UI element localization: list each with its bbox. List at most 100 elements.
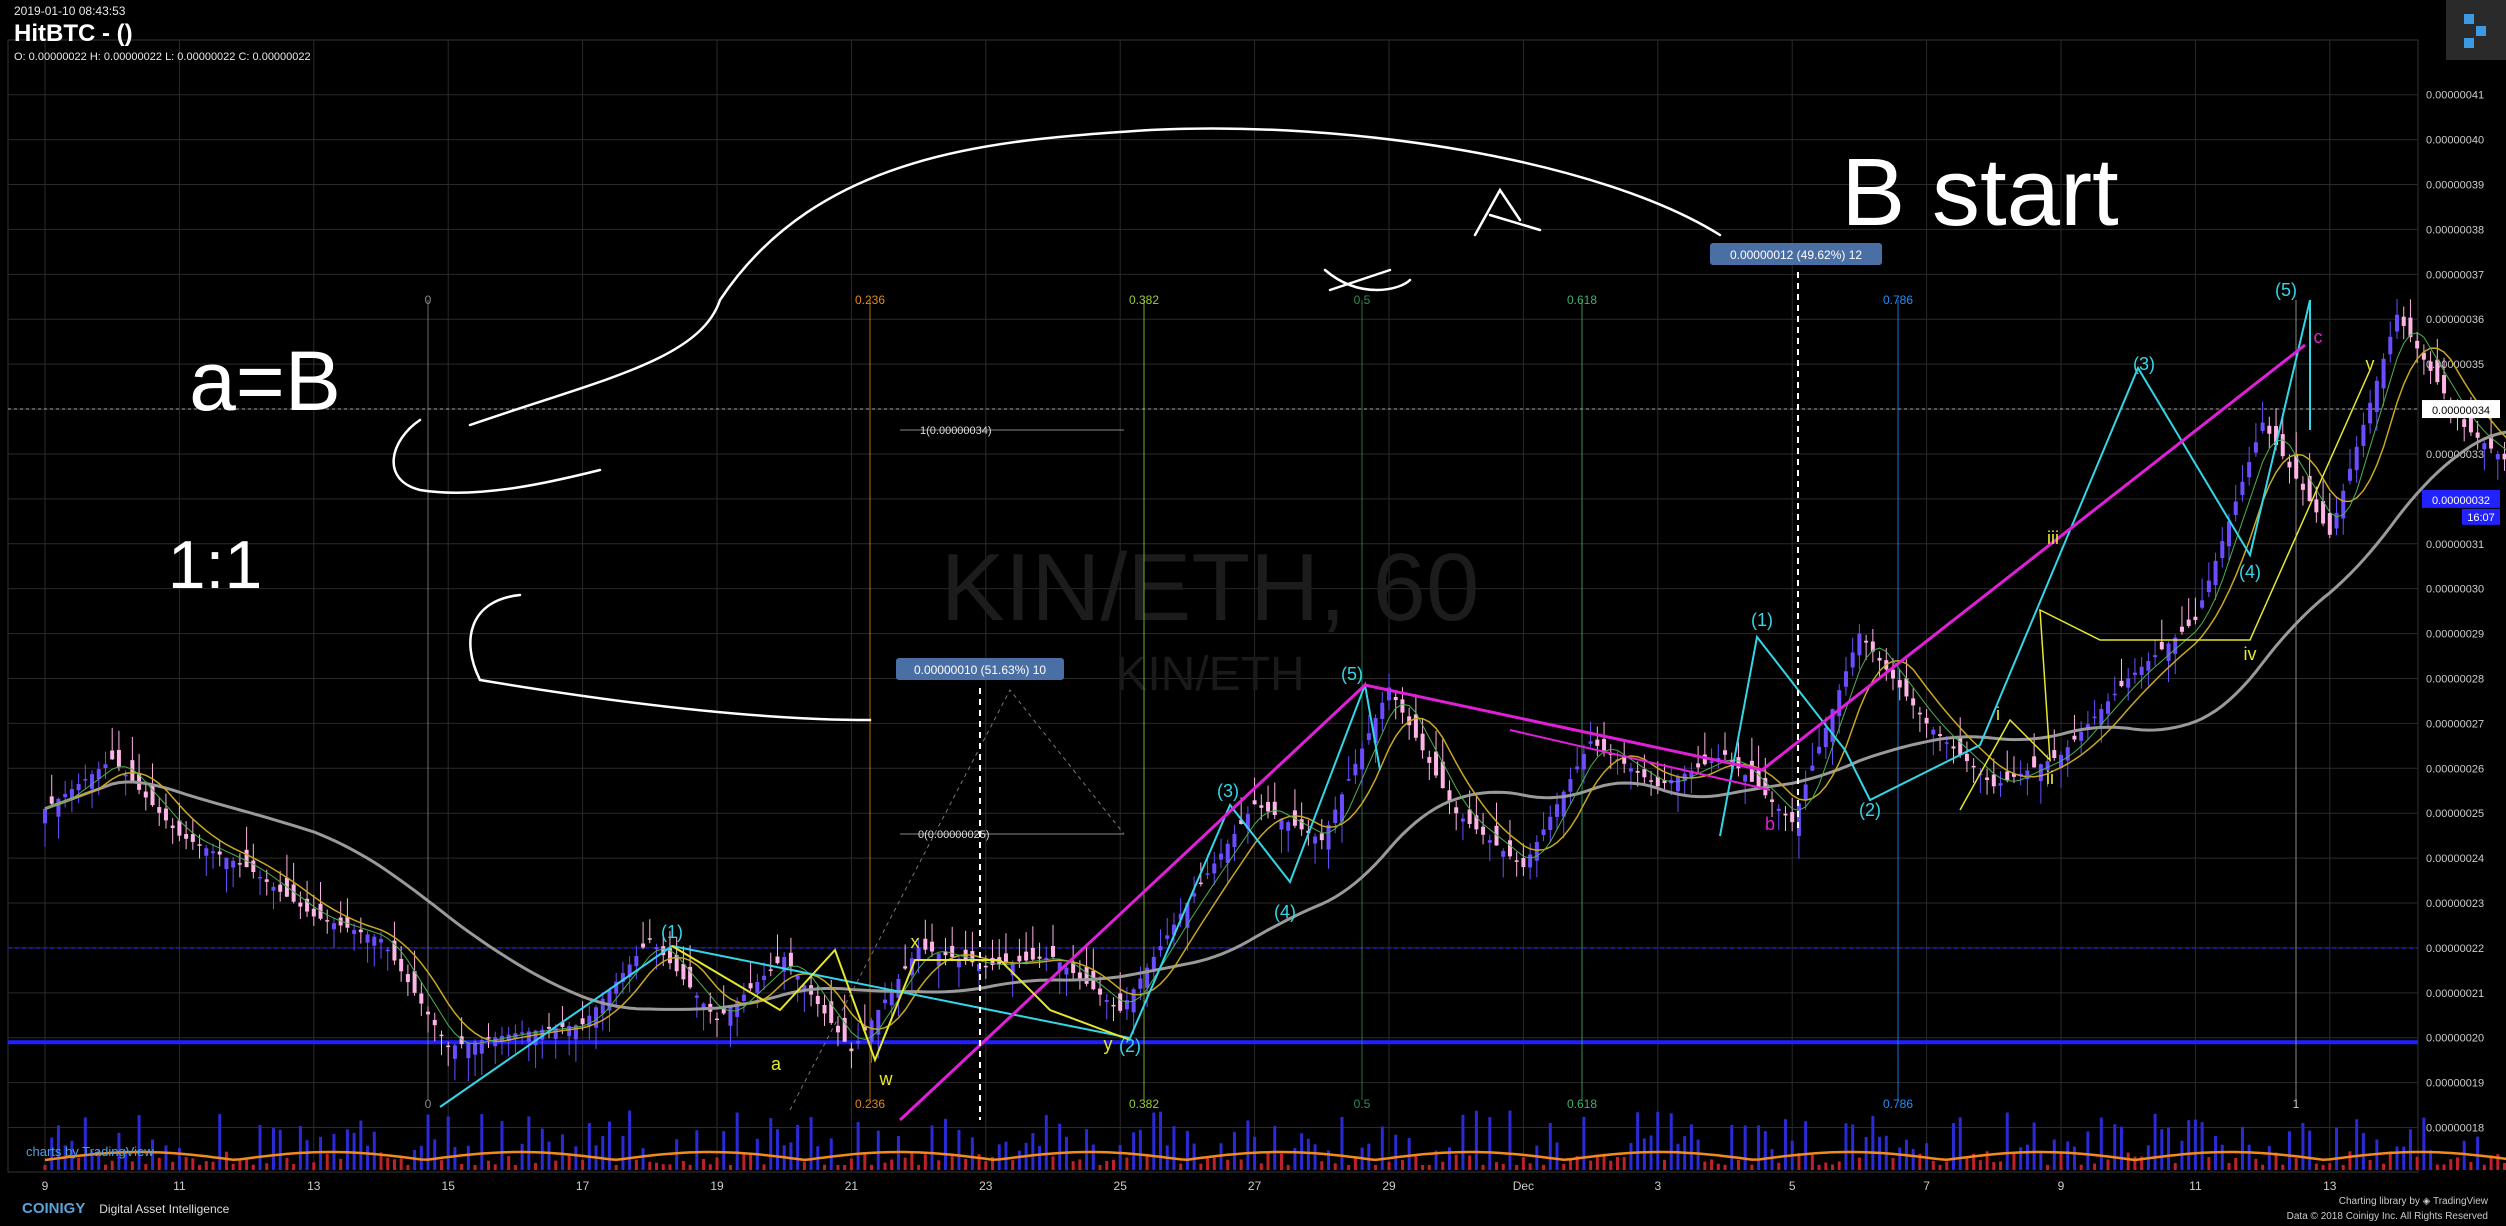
candle-body (587, 1015, 592, 1027)
volume-bar (144, 1164, 148, 1170)
current-price-value: 0.00000032 (2432, 495, 2490, 507)
candle-body (1400, 699, 1405, 713)
candle-body (1944, 742, 1949, 744)
candle-body (1796, 803, 1801, 836)
volume-bar (655, 1162, 659, 1170)
volume-bar (245, 1158, 249, 1170)
y-tick-label: 0.00000026 (2426, 763, 2484, 775)
volume-bar (1098, 1164, 1102, 1170)
candle-body (1756, 768, 1761, 789)
coinigy-corner-icon[interactable] (2446, 0, 2506, 60)
candle-body (204, 848, 209, 856)
candle-body (1111, 1004, 1116, 1007)
volume-bar (1011, 1160, 1015, 1170)
x-tick-label: 7 (1923, 1179, 1930, 1193)
volume-bar (2086, 1131, 2090, 1170)
volume-bar (1501, 1163, 1505, 1170)
volume-bar (2066, 1141, 2070, 1170)
candle-body (1501, 850, 1506, 857)
candle-body (190, 834, 195, 842)
volume-bar (749, 1154, 753, 1170)
volume-bar (1266, 1152, 1270, 1170)
fib-label-top: 0.5 (1354, 293, 1371, 307)
candle-body (1843, 671, 1848, 687)
chart-svg[interactable]: 0.00000041 0.00000040 0.00000039 0.00000038… (0, 0, 2506, 1226)
candle-body (1514, 860, 1519, 862)
candle-body (69, 788, 74, 798)
candle-body (1077, 972, 1082, 979)
volume-bar (1058, 1123, 1062, 1170)
volume-bar (446, 1116, 450, 1170)
candle-body (1037, 956, 1042, 959)
volume-bar (581, 1159, 585, 1170)
candle-body (1675, 776, 1680, 792)
y-tick-label: 0.00000039 (2426, 180, 2484, 192)
handwriting-ratio: 1:1 (168, 527, 263, 603)
volume-bar (399, 1158, 403, 1170)
volume-bar (2455, 1157, 2459, 1170)
volume-bar (534, 1163, 538, 1170)
volume-bar (204, 1161, 208, 1170)
candle-body (1380, 702, 1385, 719)
candle-body (446, 1045, 451, 1048)
candle-body (580, 1018, 585, 1025)
volume-bar (809, 1117, 813, 1170)
candle-body (1232, 833, 1237, 847)
fib-label-bottom: 0 (425, 1097, 432, 1111)
volume-bar (1111, 1159, 1115, 1170)
candle-body (1897, 680, 1902, 688)
candle-body (2321, 501, 2326, 524)
tradingview-credit[interactable]: charts by TradingView (26, 1144, 154, 1159)
volume-bar (1589, 1160, 1593, 1170)
candle-body (1642, 769, 1647, 778)
candle-body (1198, 882, 1203, 885)
volume-bar (675, 1139, 679, 1170)
candle-body (2374, 380, 2379, 412)
candle-body (1776, 808, 1781, 812)
volume-bar (103, 1164, 107, 1170)
candle-body (1151, 956, 1156, 970)
volume-bar (2281, 1164, 2285, 1170)
volume-bar (278, 1129, 282, 1170)
volume-bar (1159, 1111, 1163, 1170)
volume-bar (567, 1155, 571, 1170)
volume-bar (762, 1164, 766, 1170)
volume-bar (2267, 1146, 2271, 1170)
volume-bar (2093, 1163, 2097, 1170)
candle-body (43, 808, 47, 824)
volume-bar (2099, 1117, 2103, 1170)
volume-bar (1192, 1143, 1196, 1170)
volume-bar (863, 1154, 867, 1170)
volume-bar (1515, 1164, 1519, 1170)
volume-bar (903, 1157, 907, 1170)
candle-body (1252, 800, 1257, 805)
candle-body (1259, 805, 1264, 808)
x-tick-label: 13 (2323, 1179, 2337, 1193)
volume-bar (359, 1120, 363, 1170)
volume-bar (1931, 1160, 1935, 1170)
volume-bar (1132, 1132, 1136, 1170)
y-tick-label: 0.00000036 (2426, 314, 2484, 326)
volume-bar (2368, 1159, 2372, 1170)
candle-body (2462, 419, 2467, 428)
y-tick-label: 0.00000027 (2426, 718, 2484, 730)
volume-bar (2032, 1122, 2036, 1170)
volume-bar (1017, 1150, 1021, 1170)
candle-body (244, 849, 249, 868)
volume-bar (1185, 1130, 1189, 1170)
volume-bar (2227, 1162, 2231, 1170)
volume-bar (2355, 1119, 2359, 1170)
wave-label: (3) (2133, 354, 2155, 374)
volume-bar (1542, 1164, 1546, 1170)
volume-bar (1145, 1155, 1149, 1170)
candle-body (1507, 840, 1512, 857)
candle-body (2428, 361, 2433, 371)
marker-price-value: 0.00000034 (2432, 405, 2490, 417)
volume-bar (1239, 1159, 1243, 1170)
volume-bar (1232, 1132, 1236, 1170)
brand-name: COINIGY (22, 1200, 86, 1217)
volume-bar (1226, 1159, 1230, 1170)
candle-body (271, 886, 276, 891)
volume-bar (728, 1164, 732, 1170)
candle-body (1272, 801, 1277, 815)
